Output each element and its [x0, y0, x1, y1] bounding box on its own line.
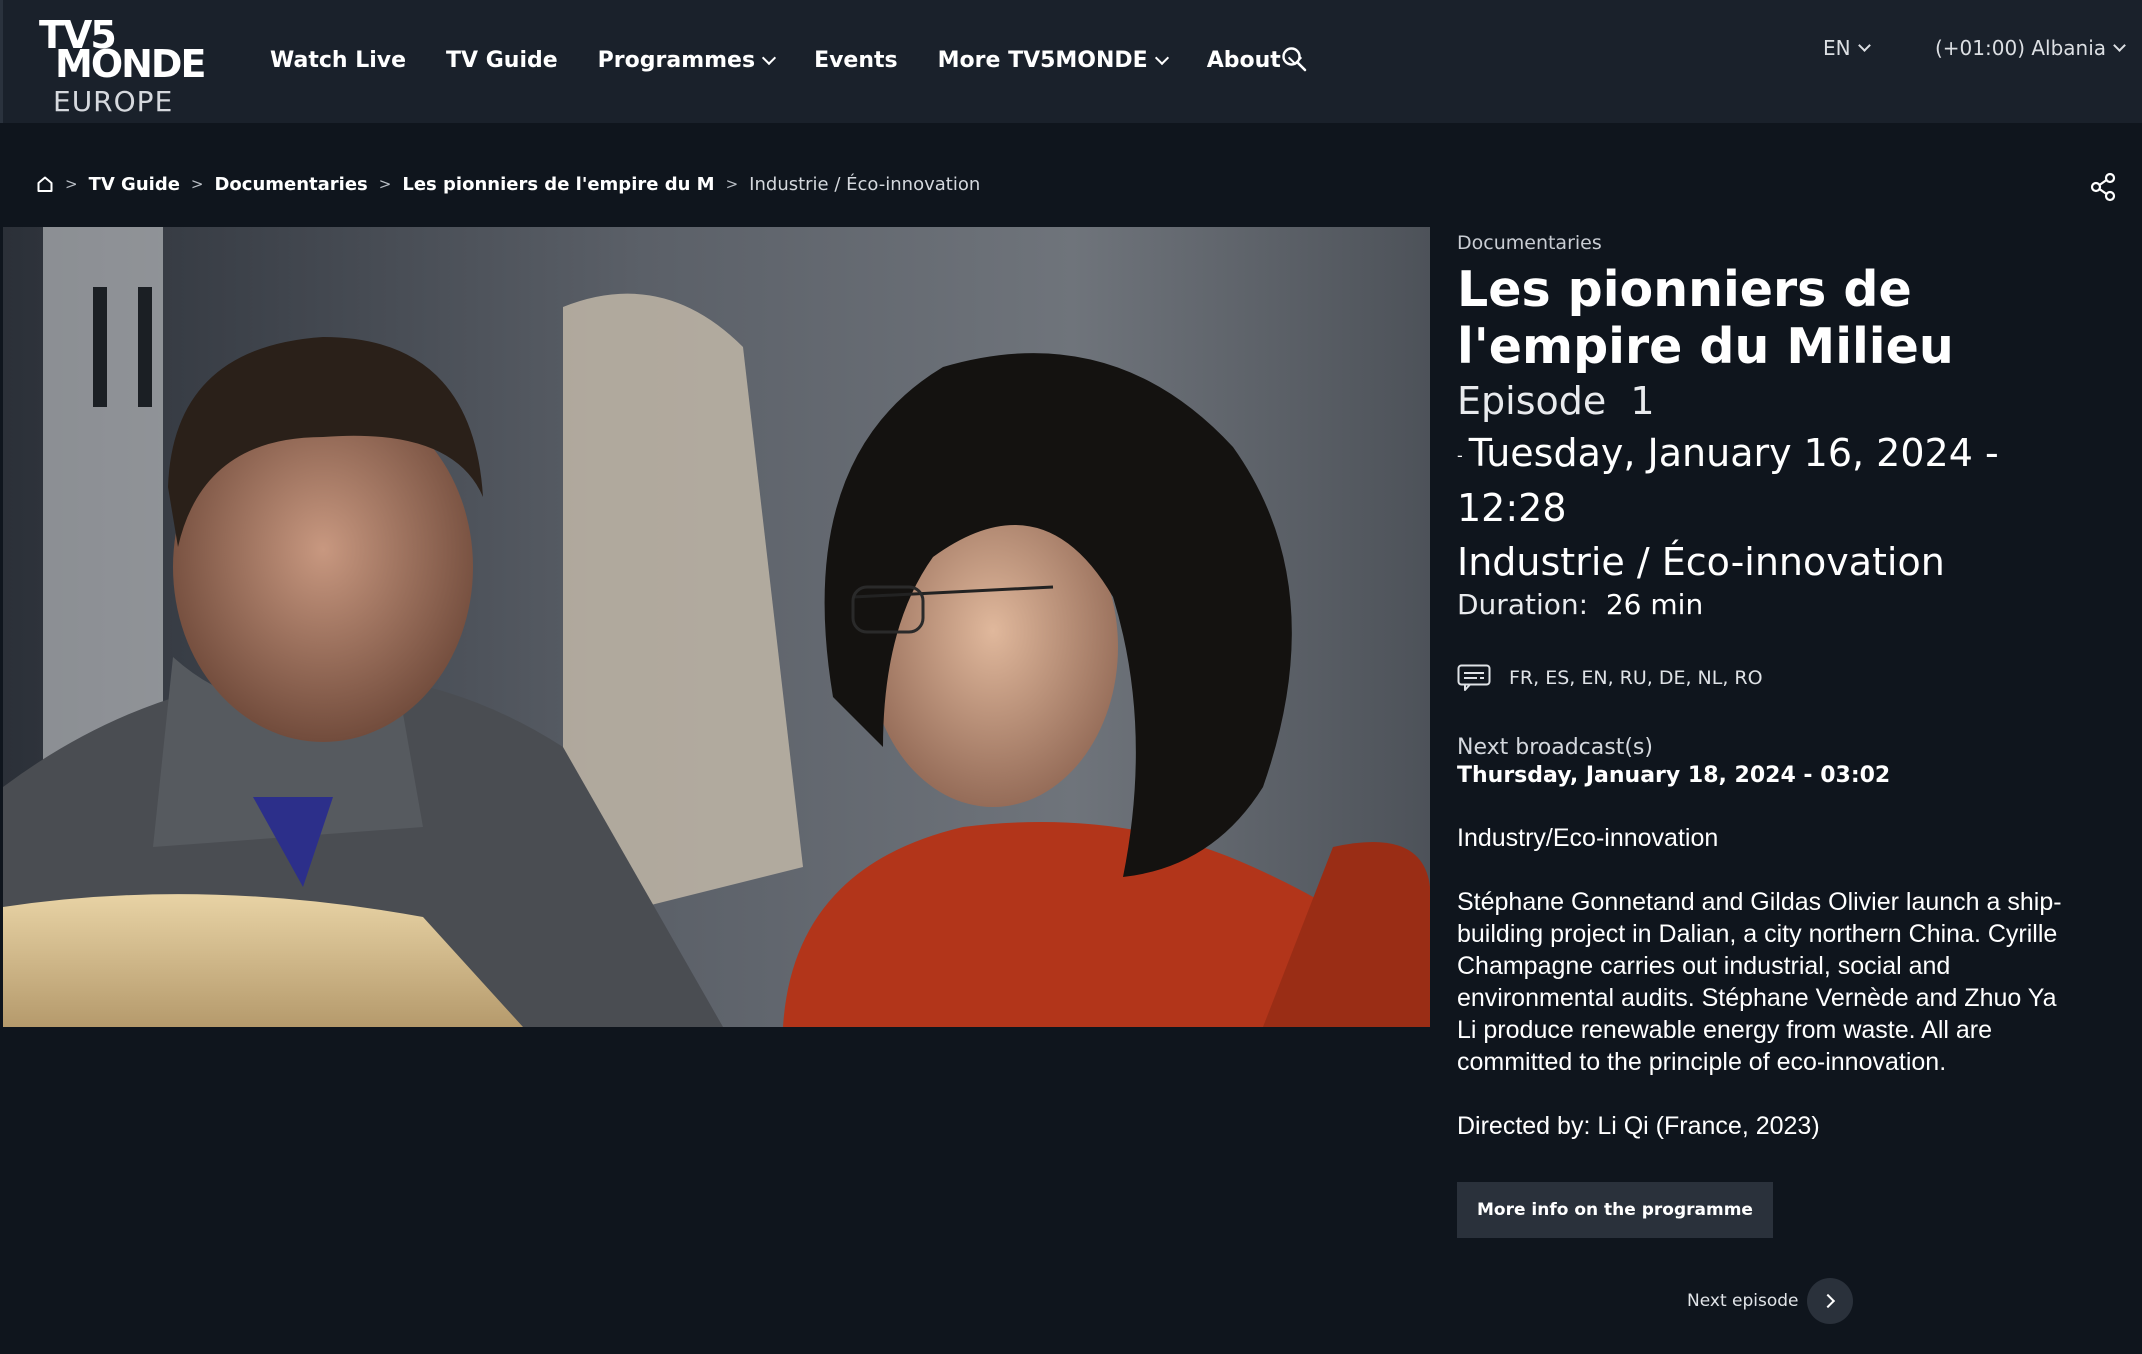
- home-icon[interactable]: [36, 175, 54, 193]
- next-episode-link[interactable]: Next episode: [1687, 1278, 1853, 1324]
- logo-text-monde: MONDE: [55, 42, 206, 86]
- subtitles-icon: [1457, 664, 1491, 691]
- site-header: TV5 MONDE EUROPE Watch Live TV Guide Pro…: [0, 0, 2142, 123]
- language-selector[interactable]: EN: [1823, 36, 1871, 60]
- nav-programmes[interactable]: Programmes: [598, 48, 777, 73]
- breadcrumb-programme[interactable]: Les pionniers de l'empire du M: [402, 174, 714, 195]
- chevron-down-icon: [1857, 39, 1871, 52]
- broadcast-datetime: - Tuesday, January 16, 2024 - 12:28: [1457, 427, 2077, 534]
- breadcrumb-separator: >: [190, 175, 204, 193]
- duration-value: 26 min: [1605, 587, 1704, 621]
- datetime-value: Tuesday, January 16, 2024 - 12:28: [1457, 431, 1999, 530]
- breadcrumb-separator: >: [378, 175, 392, 193]
- breadcrumb: > TV Guide > Documentaries > Les pionnie…: [36, 172, 980, 196]
- chevron-down-icon: [1154, 50, 1169, 65]
- tv5monde-logo[interactable]: TV5 MONDE EUROPE: [39, 16, 209, 116]
- share-icon[interactable]: [2090, 172, 2116, 202]
- subtitles-languages: FR, ES, EN, RU, DE, NL, RO: [1509, 666, 1763, 689]
- programme-theme: Industry/Eco-innovation: [1457, 823, 1719, 852]
- subtitles-row: FR, ES, EN, RU, DE, NL, RO: [1457, 664, 2077, 692]
- programme-title: Les pionniers de l'empire du Milieu: [1457, 261, 1954, 375]
- logo-text-europe: EUROPE: [53, 85, 174, 118]
- nav-events[interactable]: Events: [814, 48, 898, 73]
- next-broadcast-date: Thursday, January 18, 2024 - 03:02: [1457, 762, 1891, 788]
- nav-more-tv5monde[interactable]: More TV5MONDE: [938, 48, 1169, 73]
- more-info-button[interactable]: More info on the programme: [1457, 1181, 1773, 1238]
- next-episode-label: Next episode: [1687, 1291, 1799, 1311]
- programme-description: Stéphane Gonnetand and Gildas Olivier la…: [1457, 887, 2062, 1076]
- episode-label: Episode: [1457, 379, 1607, 423]
- episode-value: 1: [1630, 379, 1655, 423]
- programme-hero-image: [3, 227, 1430, 1027]
- nav-tv-guide[interactable]: TV Guide: [446, 48, 558, 73]
- director-credit: Directed by: Li Qi (France, 2023): [1457, 1111, 1820, 1140]
- next-episode-button[interactable]: [1806, 1278, 1853, 1324]
- chevron-right-icon: [1820, 1293, 1835, 1309]
- breadcrumb-separator: >: [65, 175, 78, 193]
- nav-watch-live[interactable]: Watch Live: [270, 48, 406, 73]
- hero-illustration: [3, 227, 1430, 1027]
- breadcrumb-tv-guide[interactable]: TV Guide: [89, 174, 180, 195]
- duration-label: Duration:: [1457, 587, 1589, 621]
- breadcrumb-current: Industrie / Éco-innovation: [749, 173, 981, 195]
- breadcrumb-separator: >: [725, 175, 739, 193]
- main-nav: Watch Live TV Guide Programmes Events Mo…: [270, 44, 1340, 76]
- episode-number: Episode 1: [1457, 375, 2077, 427]
- chevron-down-icon: [2113, 39, 2126, 52]
- duration: Duration: 26 min: [1457, 588, 2077, 622]
- programme-category[interactable]: Documentaries: [1457, 231, 2077, 255]
- timezone-selector[interactable]: (+01:00) Albania: [1935, 36, 2126, 60]
- chevron-down-icon: [761, 50, 777, 65]
- programme-info: Documentaries Les pionniers de l'empire …: [1457, 229, 2077, 1238]
- breadcrumb-documentaries[interactable]: Documentaries: [214, 174, 367, 195]
- next-broadcast-label: Next broadcast(s): [1457, 734, 1653, 760]
- episode-title: Industrie / Éco-innovation: [1457, 539, 1945, 584]
- search-icon[interactable]: [1281, 46, 1307, 72]
- datetime-prefix: -: [1457, 445, 1463, 465]
